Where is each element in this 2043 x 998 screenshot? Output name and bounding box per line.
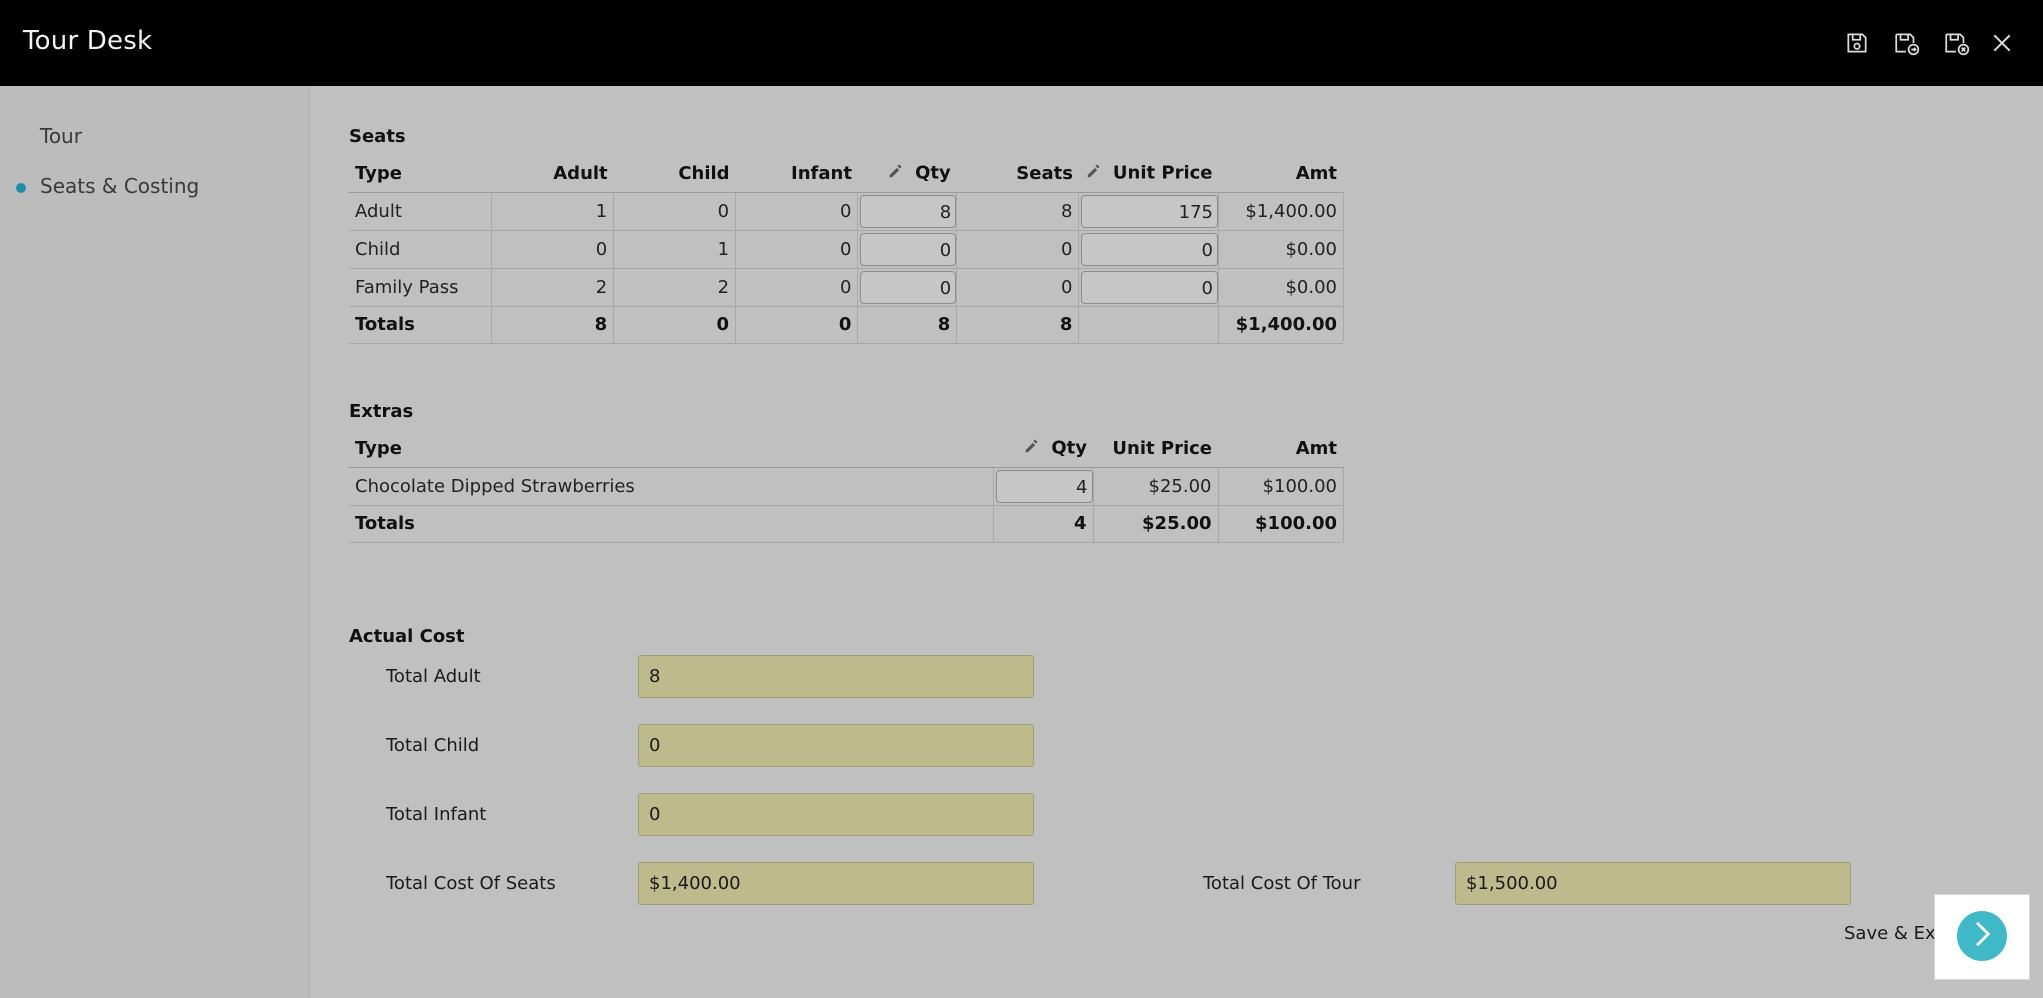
seats-section-title: Seats bbox=[349, 126, 406, 147]
seats-table-border bbox=[349, 192, 1344, 342]
total-adult-field[interactable]: 8 bbox=[638, 655, 1034, 698]
total-cost-seats-label: Total Cost Of Seats bbox=[386, 873, 556, 894]
total-child-field[interactable]: 0 bbox=[638, 724, 1034, 767]
pencil-icon bbox=[1023, 437, 1041, 460]
col-header-child: Child bbox=[613, 155, 736, 193]
col-header-amt: Amt bbox=[1218, 155, 1343, 193]
active-indicator-dot bbox=[16, 183, 26, 193]
extras-table-border bbox=[349, 467, 1344, 542]
extras-section-title: Extras bbox=[349, 401, 414, 422]
seats-header-row: Type Adult Child Infant Qty Seats Unit P… bbox=[349, 155, 1343, 193]
col-header-type: Type bbox=[349, 155, 492, 193]
save-icon[interactable] bbox=[1840, 26, 1874, 60]
total-child-label: Total Child bbox=[386, 735, 480, 756]
col-header-adult: Adult bbox=[491, 155, 614, 193]
col-header-unit-price: Unit Price bbox=[1093, 430, 1218, 468]
save-exit-label: Save & Exit bbox=[1844, 923, 1948, 944]
save-exit-panel bbox=[1934, 894, 2030, 980]
pencil-icon bbox=[1085, 162, 1103, 185]
total-cost-tour-field[interactable]: $1,500.00 bbox=[1455, 862, 1851, 905]
sidebar-item-seats-costing[interactable]: Seats & Costing bbox=[40, 174, 199, 198]
total-cost-seats-field[interactable]: $1,400.00 bbox=[638, 862, 1034, 905]
col-header-amt: Amt bbox=[1218, 430, 1343, 468]
total-adult-label: Total Adult bbox=[386, 666, 481, 687]
sidebar: Tour Seats & Costing bbox=[0, 86, 310, 998]
save-exit-button[interactable] bbox=[1957, 911, 2007, 961]
pencil-icon bbox=[887, 162, 905, 185]
window-title: Tour Desk bbox=[23, 26, 153, 56]
col-header-qty: Qty bbox=[993, 430, 1093, 468]
total-infant-label: Total Infant bbox=[386, 804, 487, 825]
col-header-seats: Seats bbox=[956, 155, 1079, 193]
col-header-qty: Qty bbox=[857, 155, 957, 193]
col-header-unit-price: Unit Price bbox=[1078, 155, 1219, 193]
chevron-right-icon bbox=[1969, 919, 1995, 953]
sidebar-item-tour[interactable]: Tour bbox=[40, 124, 82, 148]
col-header-type: Type bbox=[349, 430, 993, 468]
save-new-icon[interactable] bbox=[1890, 26, 1924, 60]
actual-cost-section-title: Actual Cost bbox=[349, 626, 465, 647]
sidebar-item-label: Seats & Costing bbox=[40, 174, 200, 198]
save-close-icon[interactable] bbox=[1940, 26, 1974, 60]
sidebar-item-label: Tour bbox=[40, 124, 82, 148]
top-bar: Tour Desk bbox=[0, 0, 2043, 86]
close-icon[interactable] bbox=[1985, 26, 2019, 60]
total-cost-tour-label: Total Cost Of Tour bbox=[1203, 873, 1361, 894]
total-infant-field[interactable]: 0 bbox=[638, 793, 1034, 836]
extras-header-row: Type Qty Unit Price Amt bbox=[349, 430, 1343, 468]
col-header-infant: Infant bbox=[735, 155, 858, 193]
